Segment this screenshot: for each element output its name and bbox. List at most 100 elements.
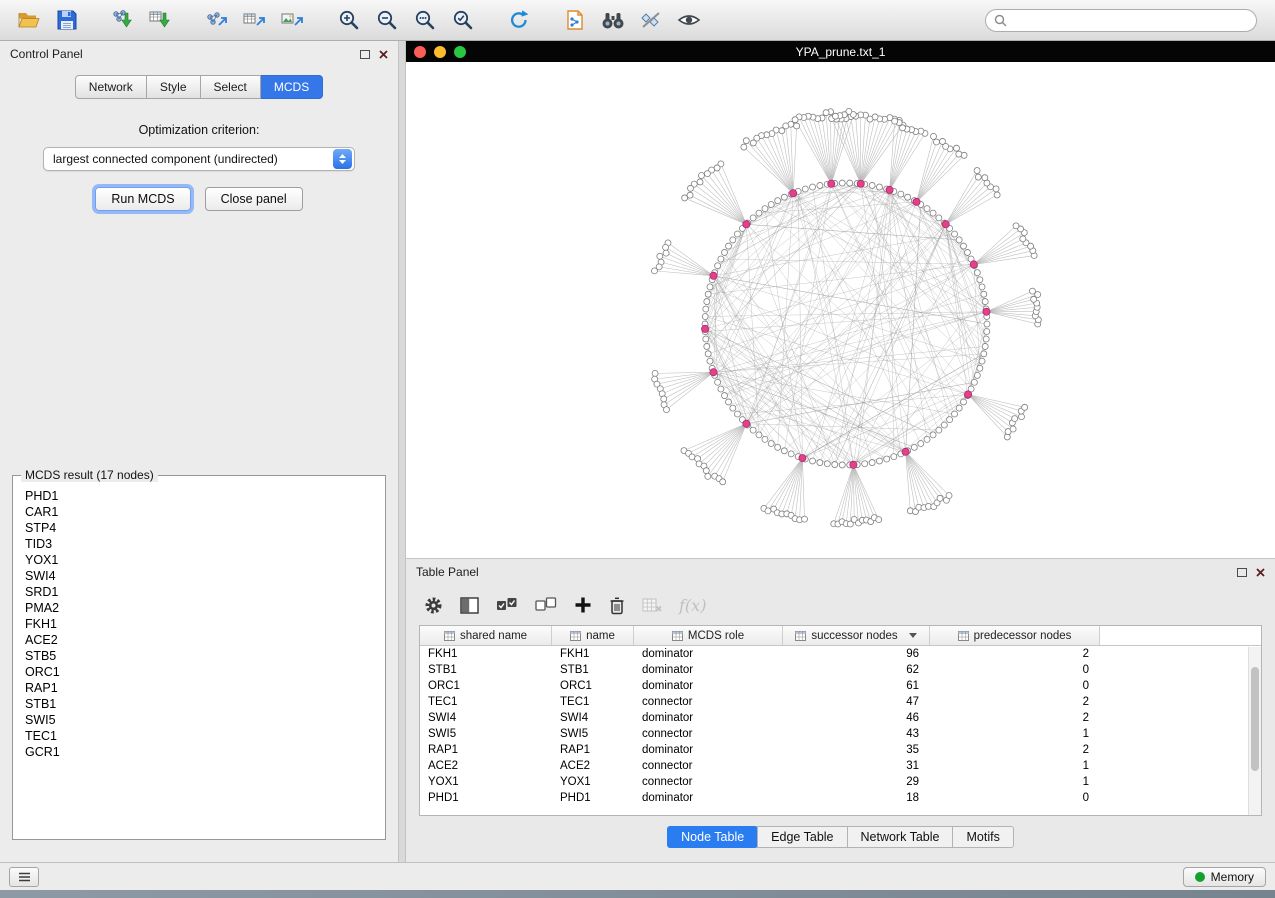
network-node[interactable] (750, 215, 756, 221)
mcds-result-item[interactable]: PHD1 (25, 488, 373, 504)
network-node[interactable] (981, 291, 987, 297)
network-node[interactable] (832, 462, 838, 468)
network-node[interactable] (810, 458, 816, 464)
network-node[interactable] (937, 495, 943, 501)
network-node[interactable] (710, 272, 717, 279)
network-node[interactable] (705, 473, 711, 479)
table-row[interactable]: STB1STB1dominator620 (420, 662, 1261, 678)
network-node[interactable] (661, 396, 667, 402)
column-header-successor-nodes[interactable]: successor nodes (783, 626, 930, 645)
network-node[interactable] (790, 190, 797, 197)
table-row[interactable]: YOX1YOX1connector291 (420, 774, 1261, 790)
network-node[interactable] (930, 432, 936, 438)
network-node[interactable] (702, 313, 708, 319)
network-node[interactable] (663, 244, 669, 250)
network-node[interactable] (794, 123, 800, 129)
tab-mcds[interactable]: MCDS (261, 75, 323, 99)
column-header-shared-name[interactable]: shared name (420, 626, 552, 645)
network-node[interactable] (765, 508, 771, 514)
task-history-button[interactable] (9, 867, 39, 887)
network-node[interactable] (850, 461, 857, 468)
table-scrollbar-thumb[interactable] (1251, 667, 1259, 771)
unselect-all-button[interactable] (535, 596, 557, 614)
network-node[interactable] (953, 145, 959, 151)
mcds-result-item[interactable]: CAR1 (25, 504, 373, 520)
network-node[interactable] (817, 182, 823, 188)
network-node[interactable] (704, 299, 710, 305)
network-node[interactable] (839, 462, 845, 468)
network-node[interactable] (704, 171, 710, 177)
table-row[interactable]: SWI4SWI4dominator462 (420, 710, 1261, 726)
mcds-result-item[interactable]: SWI5 (25, 712, 373, 728)
network-node[interactable] (886, 186, 893, 193)
table-row[interactable]: ACE2ACE2connector311 (420, 758, 1261, 774)
network-node[interactable] (876, 458, 882, 464)
network-canvas[interactable] (406, 62, 1275, 558)
network-node[interactable] (682, 195, 688, 201)
network-node[interactable] (768, 441, 774, 447)
network-node[interactable] (1013, 223, 1019, 229)
tab-style[interactable]: Style (147, 75, 201, 99)
network-node[interactable] (977, 365, 983, 371)
network-node[interactable] (710, 369, 717, 376)
network-node[interactable] (1020, 236, 1026, 242)
search-input[interactable] (985, 9, 1257, 32)
network-node[interactable] (956, 237, 962, 243)
tab-node-table[interactable]: Node Table (667, 826, 758, 848)
window-minimize-light[interactable] (434, 46, 446, 58)
network-node[interactable] (823, 110, 829, 116)
mcds-result-item[interactable]: ORC1 (25, 664, 373, 680)
network-node[interactable] (942, 221, 949, 228)
export-table-button[interactable] (236, 4, 274, 36)
window-zoom-light[interactable] (454, 46, 466, 58)
mcds-result-item[interactable]: STB1 (25, 696, 373, 712)
column-header-name[interactable]: name (552, 626, 634, 645)
network-node[interactable] (726, 399, 732, 405)
select-all-button[interactable] (496, 596, 518, 614)
network-node[interactable] (924, 436, 930, 442)
network-node[interactable] (701, 325, 708, 332)
network-node[interactable] (913, 198, 920, 205)
network-node[interactable] (884, 456, 890, 462)
network-node[interactable] (876, 184, 882, 190)
tab-select[interactable]: Select (201, 75, 261, 99)
network-node[interactable] (756, 210, 762, 216)
memory-button[interactable]: Memory (1183, 867, 1266, 887)
network-node[interactable] (911, 444, 917, 450)
network-node[interactable] (981, 351, 987, 357)
network-node[interactable] (756, 432, 762, 438)
network-node[interactable] (956, 151, 962, 157)
network-node[interactable] (802, 516, 808, 522)
panel-splitter[interactable] (398, 41, 406, 862)
network-node[interactable] (715, 379, 721, 385)
network-node[interactable] (975, 174, 981, 180)
window-close-light[interactable] (414, 46, 426, 58)
close-panel-button[interactable]: Close panel (205, 187, 303, 211)
network-node[interactable] (779, 128, 785, 134)
network-node[interactable] (946, 492, 952, 498)
run-mcds-button[interactable]: Run MCDS (95, 187, 190, 211)
delete-column-button[interactable] (609, 596, 625, 615)
network-node[interactable] (892, 118, 898, 124)
network-node[interactable] (993, 186, 999, 192)
network-node[interactable] (718, 256, 724, 262)
network-node[interactable] (663, 250, 669, 256)
save-session-button[interactable] (48, 4, 86, 36)
network-node[interactable] (762, 436, 768, 442)
add-column-button[interactable] (574, 596, 592, 614)
network-node[interactable] (652, 370, 658, 376)
network-node[interactable] (788, 451, 794, 457)
network-node[interactable] (956, 405, 962, 411)
mcds-result-item[interactable]: ACE2 (25, 632, 373, 648)
zoom-in-button[interactable] (330, 4, 368, 36)
tab-network-table[interactable]: Network Table (847, 826, 954, 848)
network-node[interactable] (1029, 288, 1035, 294)
network-node[interactable] (781, 194, 787, 200)
mcds-result-item[interactable]: GCR1 (25, 744, 373, 760)
tab-network[interactable]: Network (75, 75, 147, 99)
network-node[interactable] (939, 138, 945, 144)
close-table-panel-button[interactable] (1256, 568, 1265, 577)
network-node[interactable] (869, 182, 875, 188)
network-node[interactable] (857, 180, 864, 187)
table-row[interactable]: TEC1TEC1connector472 (420, 694, 1261, 710)
